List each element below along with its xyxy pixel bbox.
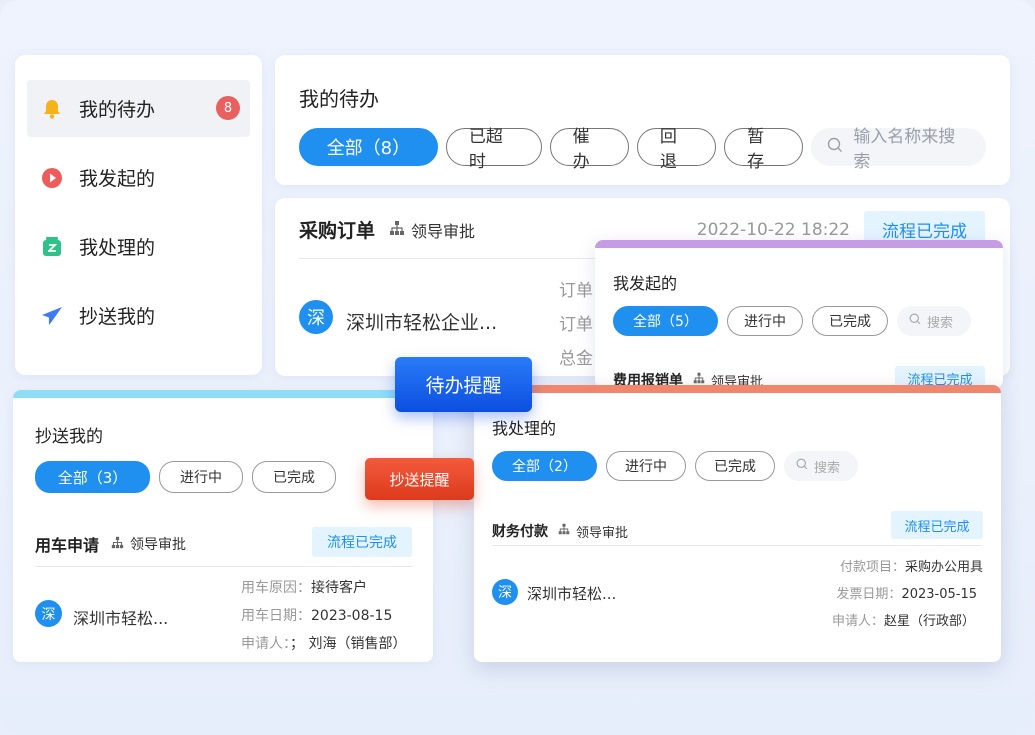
page-title: 我的待办: [299, 87, 379, 111]
search-icon: [796, 458, 808, 474]
filter-urge-button[interactable]: 催办: [549, 127, 629, 172]
filter-overdue-button[interactable]: 已超时: [445, 127, 542, 172]
sidebar-item-label: 我发起的: [79, 168, 156, 190]
filter-in-progress-button[interactable]: 进行中: [159, 461, 243, 493]
meta-label: 订单: [559, 281, 593, 301]
sidebar-item-cc[interactable]: 抄送我的: [27, 287, 250, 344]
approval-label: 领导审批: [558, 522, 628, 541]
filter-completed-button[interactable]: 已完成: [252, 461, 336, 493]
panel-title: 抄送我的: [35, 427, 103, 447]
filter-all-button[interactable]: 全部（3）: [35, 461, 150, 493]
search-input[interactable]: 搜索: [784, 451, 858, 481]
divider: [35, 566, 413, 567]
meta-row: 用车日期：2023-08-15: [241, 608, 393, 624]
filter-return-button[interactable]: 回退: [636, 127, 717, 172]
filter-completed-button[interactable]: 已完成: [812, 306, 888, 336]
filter-all-button[interactable]: 全部（5）: [613, 306, 718, 336]
play-circle-icon: [41, 167, 63, 189]
search-input[interactable]: 输入名称来搜索: [811, 127, 986, 172]
avatar: 深: [35, 600, 62, 627]
approval-label: 领导审批: [111, 534, 186, 554]
filter-all-button[interactable]: 全部（2）: [492, 451, 597, 481]
filter-completed-button[interactable]: 已完成: [695, 451, 775, 481]
paper-plane-icon: [41, 305, 63, 327]
meta-row: 用车原因：接待客户: [241, 580, 367, 596]
avatar: 深: [492, 579, 518, 605]
item-title: 采购订单: [299, 220, 376, 242]
search-icon: [909, 313, 921, 329]
sidebar-item-label: 我的待办: [79, 99, 156, 121]
handled-panel: 我处理的 全部（2） 进行中 已完成 搜索 财务付款 领导审批 流程已完成 深 …: [474, 385, 1001, 662]
item-row[interactable]: 财务付款 领导审批: [492, 521, 628, 541]
avatar: 深: [299, 300, 333, 334]
approval-label: 领导审批: [389, 218, 475, 242]
cc-panel: 抄送我的 全部（3） 进行中 已完成 用车申请 领导审批 流程已完成 深 深圳市…: [13, 390, 433, 662]
search-placeholder: 输入名称来搜索: [853, 127, 956, 172]
sidebar-item-label: 抄送我的: [79, 306, 156, 328]
todo-header-card: 我的待办 全部（8） 已超时 催办 回退 暂存 输入名称来搜索: [275, 55, 1010, 185]
filter-draft-button[interactable]: 暂存: [724, 127, 804, 172]
filter-bar: 全部（5） 进行中 已完成 搜索: [613, 306, 985, 336]
filter-all-button[interactable]: 全部（8）: [299, 128, 438, 166]
filter-bar: 全部（3） 进行中 已完成: [35, 461, 411, 493]
cc-reminder-tag: 抄送提醒: [365, 458, 474, 500]
filter-in-progress-button[interactable]: 进行中: [727, 306, 803, 336]
company-name: 深圳市轻松...: [527, 585, 617, 603]
search-icon: [827, 137, 843, 158]
edit-box-icon: [41, 236, 63, 258]
count-badge: 8: [216, 96, 240, 120]
panel-title: 我发起的: [613, 274, 678, 293]
sidebar-item-handled[interactable]: 我处理的: [27, 218, 250, 275]
filter-bar: 全部（2） 进行中 已完成 搜索: [492, 451, 983, 481]
filter-bar: 全部（8） 已超时 催办 回退 暂存 输入名称来搜索: [299, 127, 986, 172]
company-name: 深圳市轻松...: [73, 609, 169, 628]
sidebar-item-label: 我处理的: [79, 237, 156, 259]
org-tree-icon: [389, 220, 405, 240]
meta-row: 发票日期：2023-05-15: [836, 587, 977, 602]
item-title: 用车申请: [35, 536, 100, 555]
sidebar-item-initiated[interactable]: 我发起的: [27, 149, 250, 206]
company-name: 深圳市轻松企业...: [346, 312, 498, 334]
search-input[interactable]: 搜索: [897, 306, 971, 336]
sidebar-item-my-todo[interactable]: 我的待办 8: [27, 80, 250, 137]
initiated-panel: 我发起的 全部（5） 进行中 已完成 搜索 费用报销单 领导审批 流程已完成: [595, 240, 1003, 390]
meta-row: 申请人：； 刘海（销售部）: [241, 636, 407, 652]
org-tree-icon: [558, 523, 570, 539]
meta-row: 申请人：赵星（行政部）: [831, 614, 975, 629]
meta-row: 付款项目：采购办公用具: [839, 560, 983, 575]
status-badge: 流程已完成: [891, 511, 983, 539]
meta-label: 订单: [559, 315, 593, 335]
item-row[interactable]: 用车申请 领导审批: [35, 532, 186, 556]
status-badge: 流程已完成: [312, 527, 412, 557]
sidebar: 我的待办 8 我发起的 我处理的 抄送我的: [15, 55, 262, 375]
panel-title: 我处理的: [492, 419, 557, 438]
todo-reminder-tag: 待办提醒: [395, 357, 532, 412]
org-tree-icon: [111, 536, 124, 553]
bell-icon: [41, 98, 63, 120]
filter-in-progress-button[interactable]: 进行中: [606, 451, 686, 481]
meta-label: 总金: [559, 349, 593, 369]
item-title: 财务付款: [492, 524, 548, 540]
divider: [492, 545, 982, 546]
item-date: 2022-10-22 18:22: [696, 220, 850, 240]
